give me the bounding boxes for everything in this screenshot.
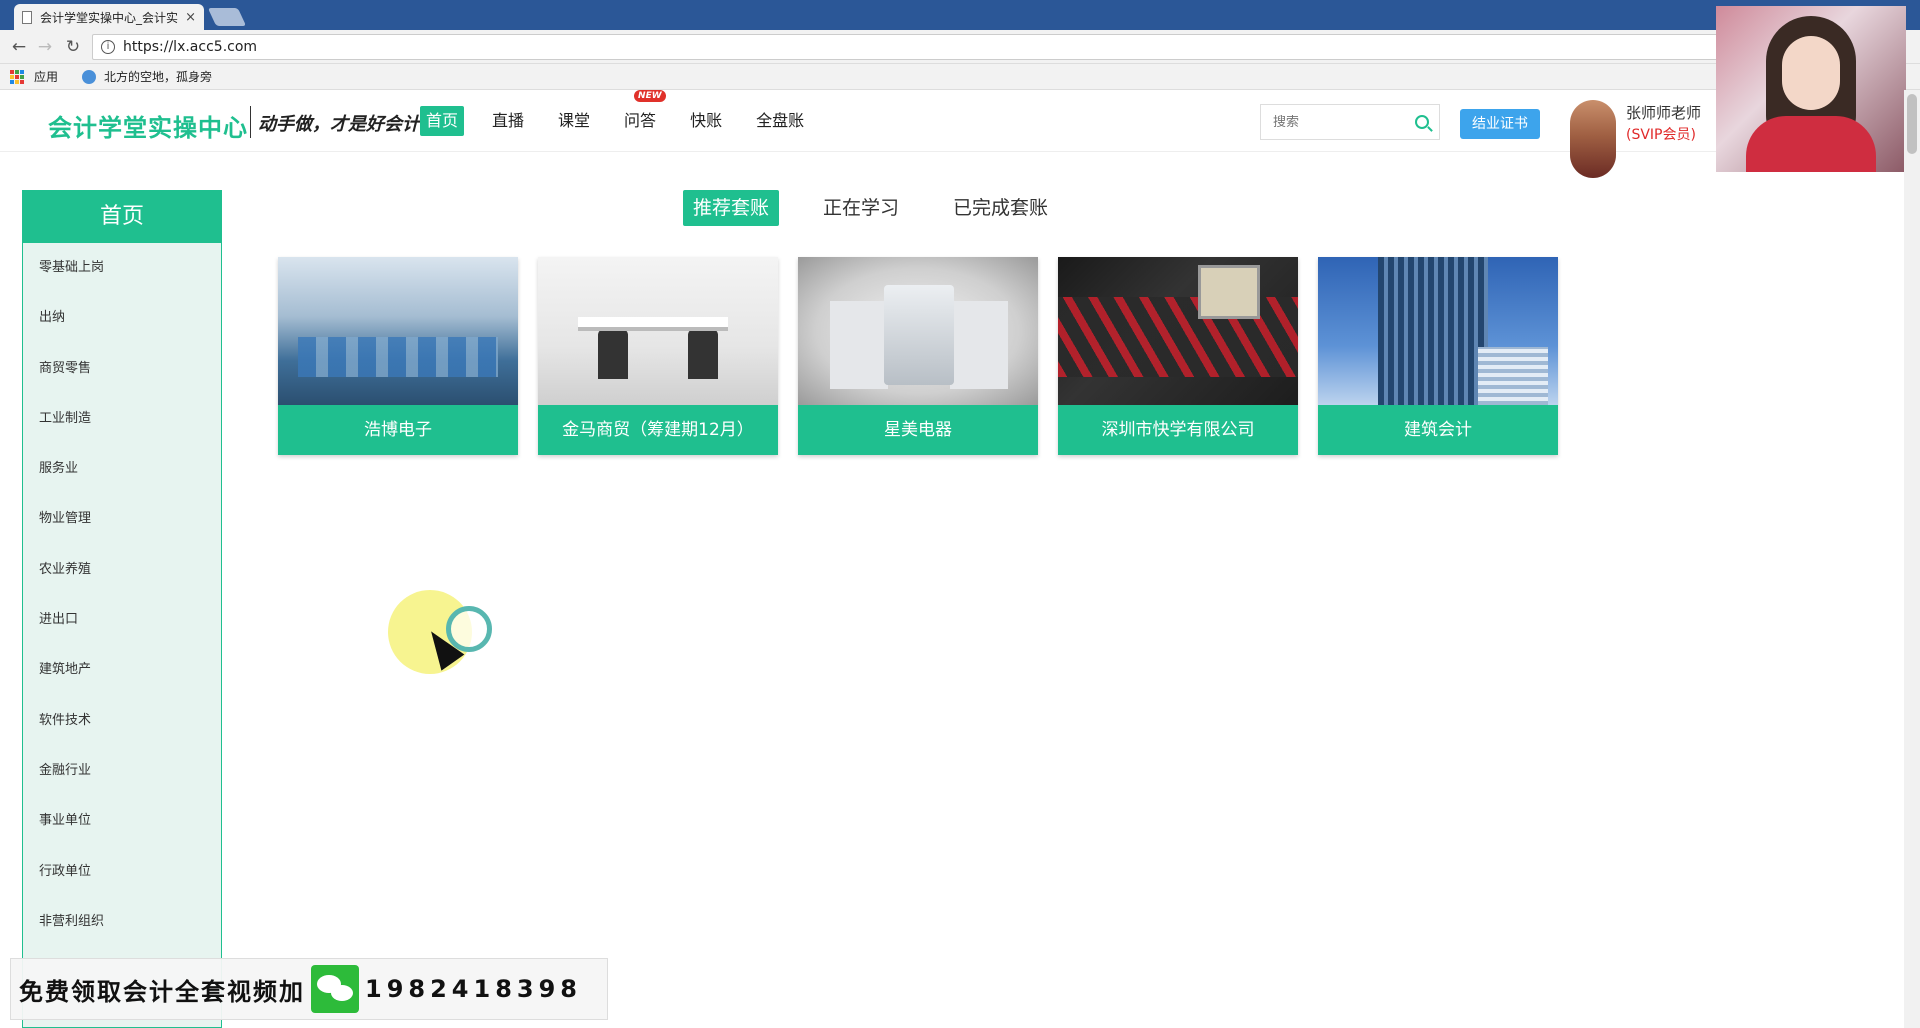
new-badge: NEW — [634, 90, 666, 102]
logo-divider — [250, 106, 251, 138]
account-card[interactable]: 建筑会计 — [1318, 257, 1558, 455]
forward-arrow-icon[interactable]: → — [34, 36, 56, 58]
card-label: 金马商贸（筹建期12月） — [538, 405, 778, 455]
wechat-icon — [311, 965, 359, 1013]
category-sidebar: 首页 零基础上岗 出纳 商贸零售 工业制造 服务业 物业管理 农业养殖 进出口 … — [22, 190, 222, 1028]
sidebar-item-cashier[interactable]: 出纳 — [23, 293, 221, 343]
browser-tabstrip: 会计学堂实操中心_会计实 × — [0, 0, 1920, 30]
tab-title: 会计学堂实操中心_会计实 — [40, 10, 179, 25]
sidebar-item-real-estate[interactable]: 建筑地产 — [23, 645, 221, 695]
close-tab-icon[interactable]: × — [185, 10, 196, 25]
sidebar-item-property[interactable]: 物业管理 — [23, 494, 221, 544]
bookmark-item[interactable]: 北方的空地，孤身旁 — [104, 68, 212, 85]
content-tabs: 推荐套账 正在学习 已完成套账 — [683, 190, 1092, 226]
browser-toolbar: ← → ↻ i https://lx.acc5.com — [0, 30, 1920, 64]
search-box — [1260, 104, 1440, 140]
nav-home[interactable]: 首页 — [420, 106, 465, 136]
site-logo[interactable]: 会计学堂实操中心 — [48, 108, 248, 143]
nav-qa[interactable]: 问答 NEW — [618, 90, 666, 136]
sidebar-item-manufacturing[interactable]: 工业制造 — [23, 394, 221, 444]
globe-icon — [82, 69, 97, 84]
site-header: 会计学堂实操中心 动手做，才是好会计 首页 直播 课堂 问答 NEW 快账 全盘… — [0, 90, 1920, 178]
tab-recommended[interactable]: 推荐套账 — [683, 190, 780, 226]
webcam-overlay — [1716, 6, 1906, 172]
factory-image — [278, 257, 518, 405]
certificate-button[interactable]: 结业证书 — [1460, 109, 1540, 139]
sidebar-item-services[interactable]: 服务业 — [23, 444, 221, 494]
search-icon[interactable] — [1415, 115, 1429, 129]
back-arrow-icon[interactable]: ← — [8, 36, 30, 58]
bookmarks-bar: 应用 北方的空地，孤身旁 — [0, 64, 1920, 90]
avatar[interactable] — [1570, 100, 1616, 178]
water-heater-image — [798, 257, 1038, 405]
nav-qa-label: 问答 — [624, 111, 657, 130]
card-label: 深圳市快学有限公司 — [1058, 405, 1298, 455]
nav-quick-accounts[interactable]: 快账 — [684, 106, 728, 136]
sidebar-title[interactable]: 首页 — [23, 191, 221, 243]
office-image — [538, 257, 778, 405]
address-bar[interactable]: i https://lx.acc5.com — [92, 34, 1722, 60]
tab-learning[interactable]: 正在学习 — [813, 190, 909, 226]
info-icon[interactable]: i — [101, 40, 115, 54]
user-name[interactable]: 张师师老师 — [1626, 102, 1701, 123]
account-card[interactable]: 金马商贸（筹建期12月） — [538, 257, 778, 455]
browser-tab[interactable]: 会计学堂实操中心_会计实 × — [14, 4, 204, 30]
card-label: 浩博电子 — [278, 405, 518, 455]
document-icon — [22, 10, 32, 24]
tab-completed[interactable]: 已完成套账 — [943, 190, 1058, 226]
account-card[interactable]: 深圳市快学有限公司 — [1058, 257, 1298, 455]
account-card[interactable]: 浩博电子 — [278, 257, 518, 455]
account-set-cards: 浩博电子 金马商贸（筹建期12月） 星美电器 深圳市快学有限公司 建筑会计 — [278, 257, 1578, 455]
page-scrollbar[interactable] — [1904, 90, 1920, 1028]
new-tab-button[interactable] — [207, 8, 247, 26]
user-level: (SVIP会员) — [1626, 127, 1696, 143]
main-nav: 首页 直播 课堂 问答 NEW 快账 全盘账 — [420, 90, 832, 136]
promo-banner: 免费领取会计全套视频加 1982418398 — [10, 958, 608, 1020]
search-input[interactable] — [1273, 114, 1413, 130]
sidebar-item-non-profit[interactable]: 非营利组织 — [23, 897, 221, 947]
sidebar-item-software[interactable]: 软件技术 — [23, 696, 221, 746]
nav-classroom[interactable]: 课堂 — [552, 106, 596, 136]
card-label: 星美电器 — [798, 405, 1038, 455]
sidebar-item-retail[interactable]: 商贸零售 — [23, 344, 221, 394]
sidebar-item-public-institution[interactable]: 事业单位 — [23, 796, 221, 846]
sidebar-item-administrative[interactable]: 行政单位 — [23, 847, 221, 897]
scrollbar-thumb[interactable] — [1907, 94, 1917, 154]
sidebar-item-import-export[interactable]: 进出口 — [23, 595, 221, 645]
url-text: https://lx.acc5.com — [123, 39, 258, 55]
apps-grid-icon[interactable] — [10, 69, 24, 84]
bookmark-apps[interactable]: 应用 — [34, 68, 58, 85]
sidebar-item-agriculture[interactable]: 农业养殖 — [23, 545, 221, 595]
circuit-board-image — [1058, 257, 1298, 405]
promo-phone: 1982418398 — [365, 975, 582, 1003]
sidebar-item-zero-basis[interactable]: 零基础上岗 — [23, 243, 221, 293]
promo-text: 免费领取会计全套视频加 — [19, 977, 305, 1006]
sidebar-item-finance[interactable]: 金融行业 — [23, 746, 221, 796]
account-card[interactable]: 星美电器 — [798, 257, 1038, 455]
skyscraper-image — [1318, 257, 1558, 405]
reload-icon[interactable]: ↻ — [62, 36, 84, 58]
nav-full-accounts[interactable]: 全盘账 — [750, 106, 810, 136]
site-slogan: 动手做，才是好会计 — [258, 114, 420, 135]
nav-live[interactable]: 直播 — [486, 106, 530, 136]
card-label: 建筑会计 — [1318, 405, 1558, 455]
